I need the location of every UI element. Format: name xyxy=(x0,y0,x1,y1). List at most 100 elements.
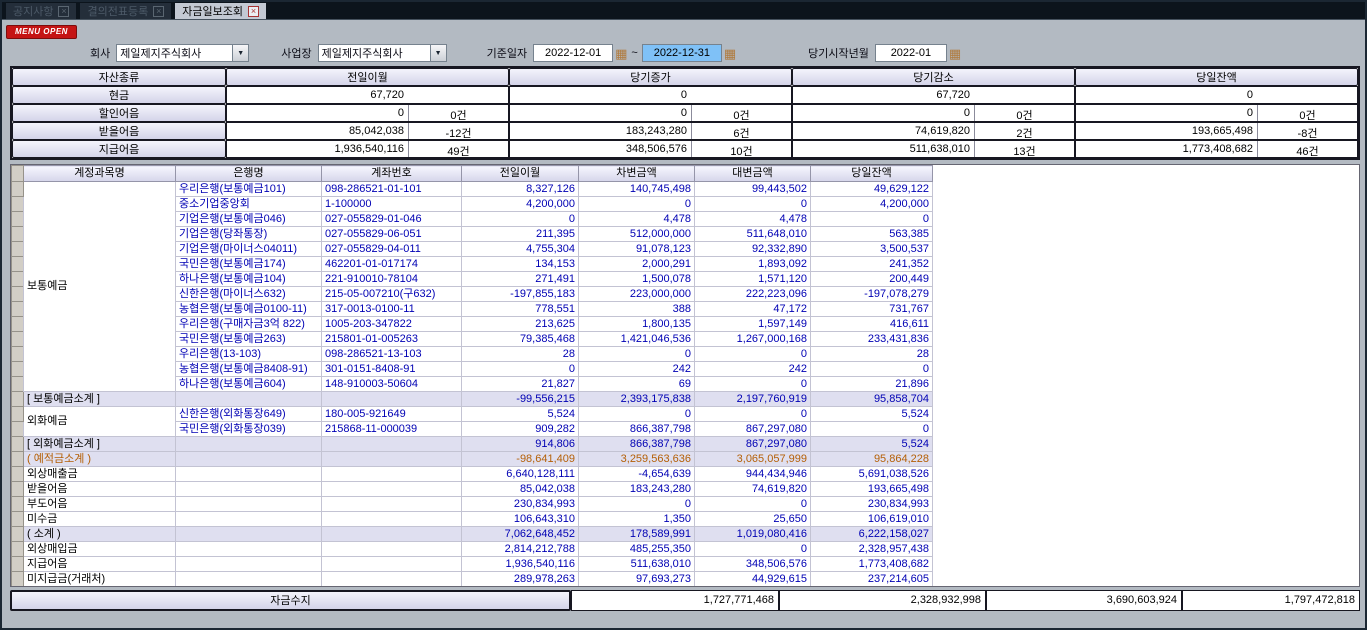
amount-cell[interactable]: 211,395 xyxy=(462,227,579,242)
amount-cell[interactable]: 731,767 xyxy=(811,302,933,317)
amount-cell[interactable]: 134,153 xyxy=(462,257,579,272)
amount-cell[interactable]: 289,978,263 xyxy=(462,572,579,587)
account-number-cell[interactable] xyxy=(322,542,462,557)
bank-name-cell[interactable]: 중소기업중앙회 xyxy=(176,197,322,212)
amount-cell[interactable]: 1,421,046,536 xyxy=(579,332,695,347)
amount-cell[interactable]: 69 xyxy=(579,377,695,392)
amount-cell[interactable]: 1,773,408,682 xyxy=(811,557,933,572)
bank-name-cell[interactable] xyxy=(176,437,322,452)
amount-cell[interactable]: 348,506,576 xyxy=(695,557,811,572)
account-name-cell[interactable]: [ 보통예금소계 ] xyxy=(24,392,176,407)
amount-cell[interactable]: 5,524 xyxy=(462,407,579,422)
account-number-cell[interactable]: 027-055829-01-046 xyxy=(322,212,462,227)
amount-cell[interactable]: 140,745,498 xyxy=(579,182,695,197)
tab-inactive[interactable]: 공지사항× xyxy=(6,3,76,19)
amount-cell[interactable]: 97,693,273 xyxy=(579,572,695,587)
account-number-cell[interactable]: 301-0151-8408-91 xyxy=(322,362,462,377)
amount-cell[interactable]: 1,350 xyxy=(579,512,695,527)
amount-cell[interactable]: 909,282 xyxy=(462,422,579,437)
amount-cell[interactable]: -197,855,183 xyxy=(462,287,579,302)
amount-cell[interactable]: 2,393,175,838 xyxy=(579,392,695,407)
amount-cell[interactable]: 230,834,993 xyxy=(811,497,933,512)
row-selector[interactable] xyxy=(12,467,24,482)
amount-cell[interactable]: 944,434,946 xyxy=(695,467,811,482)
calendar-icon[interactable]: ▦ xyxy=(724,47,736,60)
row-selector[interactable] xyxy=(12,482,24,497)
site-select[interactable]: 제일제지주식회사 ▼ xyxy=(318,44,447,62)
amount-cell[interactable]: 512,000,000 xyxy=(579,227,695,242)
tab-close-icon[interactable]: × xyxy=(58,6,69,17)
amount-cell[interactable]: 4,755,304 xyxy=(462,242,579,257)
amount-cell[interactable]: -197,078,279 xyxy=(811,287,933,302)
row-selector[interactable] xyxy=(12,197,24,212)
amount-cell[interactable]: 200,449 xyxy=(811,272,933,287)
bank-name-cell[interactable]: 하나은행(보통예금604) xyxy=(176,377,322,392)
amount-cell[interactable]: 0 xyxy=(462,362,579,377)
amount-cell[interactable]: 1,267,000,168 xyxy=(695,332,811,347)
amount-cell[interactable]: 91,078,123 xyxy=(579,242,695,257)
amount-cell[interactable]: 5,524 xyxy=(811,437,933,452)
amount-cell[interactable]: 6,222,158,027 xyxy=(811,527,933,542)
amount-cell[interactable]: 0 xyxy=(695,347,811,362)
row-selector[interactable] xyxy=(12,332,24,347)
amount-cell[interactable]: 95,864,228 xyxy=(811,452,933,467)
bank-name-cell[interactable] xyxy=(176,467,322,482)
amount-cell[interactable]: 28 xyxy=(462,347,579,362)
amount-cell[interactable]: 0 xyxy=(695,407,811,422)
amount-cell[interactable]: 95,858,704 xyxy=(811,392,933,407)
bank-name-cell[interactable] xyxy=(176,557,322,572)
account-name-cell[interactable]: 외화예금 xyxy=(24,407,176,437)
amount-cell[interactable]: 223,000,000 xyxy=(579,287,695,302)
amount-cell[interactable]: 1,893,092 xyxy=(695,257,811,272)
account-number-cell[interactable] xyxy=(322,392,462,407)
amount-cell[interactable]: 85,042,038 xyxy=(462,482,579,497)
amount-cell[interactable]: 511,648,010 xyxy=(695,227,811,242)
account-number-cell[interactable]: 098-286521-01-101 xyxy=(322,182,462,197)
amount-cell[interactable]: 0 xyxy=(579,197,695,212)
period-start-input[interactable] xyxy=(875,44,947,62)
amount-cell[interactable]: 74,619,820 xyxy=(695,482,811,497)
row-selector[interactable] xyxy=(12,572,24,587)
bank-name-cell[interactable] xyxy=(176,512,322,527)
bank-name-cell[interactable]: 국민은행(보통예금174) xyxy=(176,257,322,272)
amount-cell[interactable]: 183,243,280 xyxy=(579,482,695,497)
amount-cell[interactable]: 5,691,038,526 xyxy=(811,467,933,482)
amount-cell[interactable]: 0 xyxy=(695,497,811,512)
amount-cell[interactable]: 21,896 xyxy=(811,377,933,392)
bank-name-cell[interactable] xyxy=(176,542,322,557)
amount-cell[interactable]: 914,806 xyxy=(462,437,579,452)
bank-name-cell[interactable] xyxy=(176,497,322,512)
amount-cell[interactable]: 106,643,310 xyxy=(462,512,579,527)
tab-active[interactable]: 자금일보조회× xyxy=(175,3,266,19)
bank-name-cell[interactable] xyxy=(176,527,322,542)
amount-cell[interactable]: 25,650 xyxy=(695,512,811,527)
amount-cell[interactable]: 1,571,120 xyxy=(695,272,811,287)
menu-open-button[interactable]: MENU OPEN xyxy=(6,25,77,39)
amount-cell[interactable]: 867,297,080 xyxy=(695,422,811,437)
account-number-cell[interactable]: 221-910010-78104 xyxy=(322,272,462,287)
account-name-cell[interactable]: 받을어음 xyxy=(24,482,176,497)
amount-cell[interactable]: 866,387,798 xyxy=(579,437,695,452)
account-name-cell[interactable]: 외상매입금 xyxy=(24,542,176,557)
account-number-cell[interactable] xyxy=(322,497,462,512)
row-selector[interactable] xyxy=(12,407,24,422)
account-number-cell[interactable]: 215-05-007210(구632) xyxy=(322,287,462,302)
row-selector[interactable] xyxy=(12,362,24,377)
amount-cell[interactable]: -4,654,639 xyxy=(579,467,695,482)
account-number-cell[interactable]: 148-910003-50604 xyxy=(322,377,462,392)
account-number-cell[interactable] xyxy=(322,527,462,542)
bank-name-cell[interactable]: 하나은행(보통예금104) xyxy=(176,272,322,287)
amount-cell[interactable]: 0 xyxy=(811,362,933,377)
amount-cell[interactable]: 563,385 xyxy=(811,227,933,242)
amount-cell[interactable]: 222,223,096 xyxy=(695,287,811,302)
bank-name-cell[interactable]: 신한은행(마이너스632) xyxy=(176,287,322,302)
amount-cell[interactable]: 511,638,010 xyxy=(579,557,695,572)
summary-row-name[interactable]: 할인어음 xyxy=(12,104,226,122)
account-name-cell[interactable]: ( 소계 ) xyxy=(24,527,176,542)
amount-cell[interactable]: 0 xyxy=(811,212,933,227)
row-selector[interactable] xyxy=(12,557,24,572)
calendar-icon[interactable]: ▦ xyxy=(615,47,627,60)
amount-cell[interactable]: 866,387,798 xyxy=(579,422,695,437)
amount-cell[interactable]: 233,431,836 xyxy=(811,332,933,347)
bank-name-cell[interactable]: 기업은행(마이너스04011) xyxy=(176,242,322,257)
